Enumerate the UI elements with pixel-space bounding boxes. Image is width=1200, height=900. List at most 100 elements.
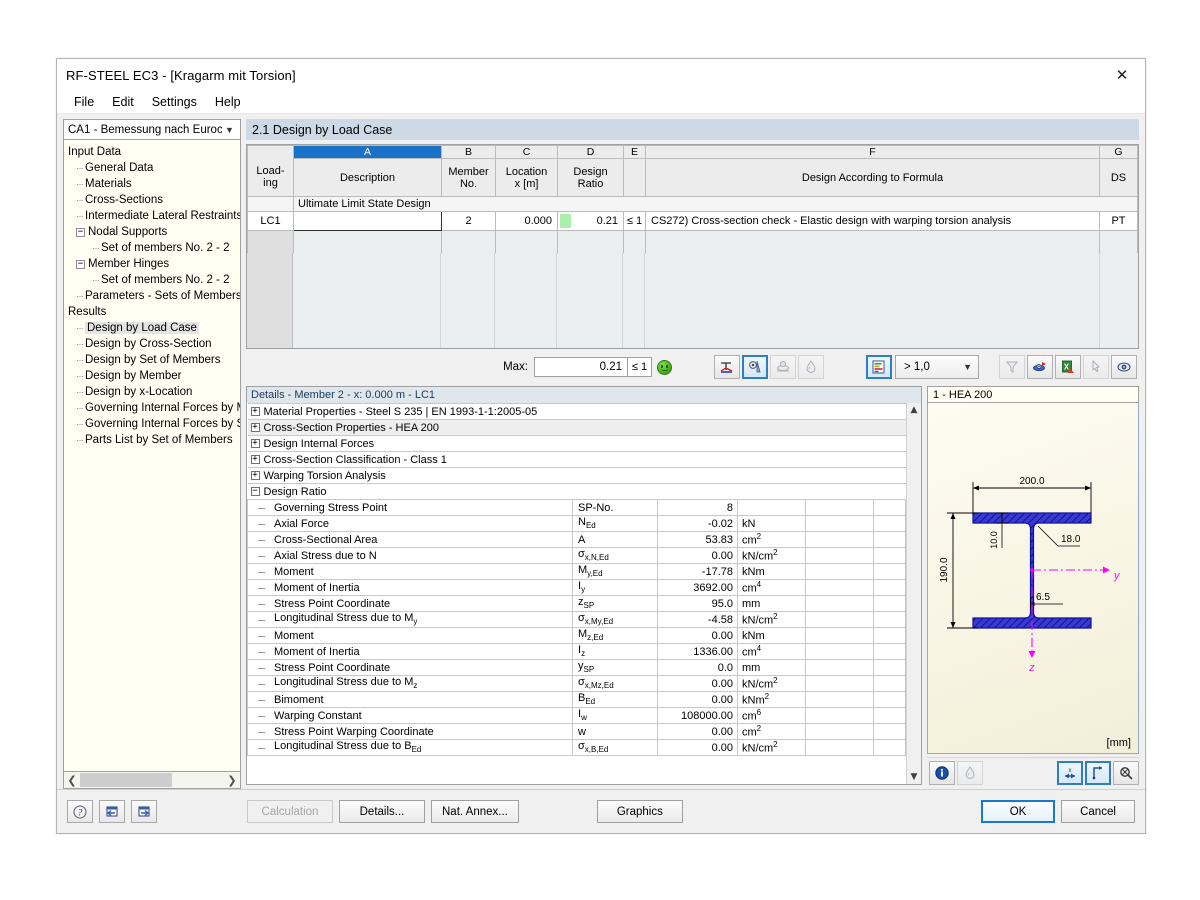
column-letter-e[interactable]: E <box>624 146 646 159</box>
tree-expander-expand-icon[interactable]: + <box>251 423 260 432</box>
sidebar-item-design-by-member[interactable]: ···Design by Member <box>66 368 240 384</box>
cross-section-canvas[interactable]: 200.0 190.0 <box>927 403 1139 754</box>
sidebar-item-member-hinges[interactable]: −Member Hinges <box>66 256 240 272</box>
column-letter-c[interactable]: C <box>496 146 558 159</box>
details-row[interactable]: Stress Point CoordinatezSP95.0mm <box>248 596 906 612</box>
details-group-cell[interactable]: +Cross-Section Classification - Class 1 <box>248 452 906 468</box>
ratio-filter-select[interactable]: > 1,0 ▼ <box>895 355 979 379</box>
row-description[interactable] <box>294 212 442 231</box>
details-row[interactable]: MomentMz,Ed0.00kNm <box>248 628 906 644</box>
design-case-combo[interactable]: CA1 - Bemessung nach Eurocod ▼ <box>63 119 241 140</box>
details-button[interactable]: Details... <box>339 800 425 823</box>
menu-item-settings[interactable]: Settings <box>143 93 206 111</box>
sidebar-item-set-of-members-no-2-2[interactable]: ···Set of members No. 2 - 2 <box>66 240 240 256</box>
sidebar-item-parts-list-by-set-of-members[interactable]: ···Parts List by Set of Members <box>66 432 240 448</box>
details-group-row[interactable]: +Material Properties - Steel S 235 | EN … <box>248 404 906 420</box>
sidebar-item-governing-internal-forces-by-m[interactable]: ···Governing Internal Forces by M <box>66 400 240 416</box>
sidebar-item-design-by-cross-section[interactable]: ···Design by Cross-Section <box>66 336 240 352</box>
details-group-row[interactable]: +Cross-Section Properties - HEA 200 <box>248 420 906 436</box>
sidebar-item-cross-sections[interactable]: ···Cross-Sections <box>66 192 240 208</box>
menu-item-file[interactable]: File <box>65 93 103 111</box>
sidebar-item-governing-internal-forces-by-s[interactable]: ···Governing Internal Forces by S <box>66 416 240 432</box>
dimension-x-icon[interactable]: x <box>1057 761 1083 785</box>
sidebar-item-design-by-x-location[interactable]: ···Design by x-Location <box>66 384 240 400</box>
result-diagram-icon[interactable] <box>714 355 740 379</box>
menu-item-help[interactable]: Help <box>206 93 250 111</box>
info-icon[interactable] <box>929 761 955 785</box>
details-group-cell[interactable]: +Warping Torsion Analysis <box>248 468 906 484</box>
sidebar-item-input-data[interactable]: Input Data <box>66 144 240 160</box>
water-drop-icon[interactable] <box>798 355 824 379</box>
details-row[interactable]: MomentMy,Ed-17.78kNm <box>248 564 906 580</box>
cancel-button[interactable]: Cancel <box>1061 800 1135 823</box>
details-row[interactable]: Cross-Sectional AreaA53.83cm2 <box>248 532 906 548</box>
table-empty-row[interactable] <box>248 231 1138 253</box>
tree-expander-expand-icon[interactable]: + <box>251 455 260 464</box>
details-scroll-area[interactable]: +Material Properties - Steel S 235 | EN … <box>247 403 906 784</box>
calculation-button[interactable]: Calculation <box>247 800 333 823</box>
details-row[interactable]: Moment of InertiaIy3692.00cm4 <box>248 580 906 596</box>
previous-window-icon[interactable] <box>99 800 125 823</box>
pick-tool-icon[interactable] <box>1083 355 1109 379</box>
sidebar-item-parameters-sets-of-members[interactable]: ···Parameters - Sets of Members <box>66 288 240 304</box>
scroll-right-icon[interactable]: ❯ <box>224 772 240 788</box>
scroll-up-icon[interactable]: ▲ <box>911 403 918 417</box>
sidebar-item-intermediate-lateral-restraints[interactable]: ···Intermediate Lateral Restraints <box>66 208 240 224</box>
visibility-eye-icon[interactable] <box>1111 355 1137 379</box>
bar-chart-filter-icon[interactable] <box>866 355 892 379</box>
details-row[interactable]: Governing Stress PointSP-No.8 <box>248 500 906 516</box>
details-row[interactable]: Longitudinal Stress due to BEdσx,B,Ed0.0… <box>248 740 906 756</box>
details-group-row[interactable]: +Warping Torsion Analysis <box>248 468 906 484</box>
table-empty-area[interactable] <box>247 253 1138 349</box>
scroll-down-icon[interactable]: ▼ <box>911 770 918 784</box>
tree-expander-collapse-icon[interactable]: − <box>251 487 260 496</box>
sidebar-item-set-of-members-no-2-2[interactable]: ···Set of members No. 2 - 2 <box>66 272 240 288</box>
stress-point-icon[interactable] <box>742 355 768 379</box>
tree-expander-collapse-icon[interactable]: − <box>76 260 85 269</box>
scroll-left-icon[interactable]: ❮ <box>64 772 80 788</box>
details-row[interactable]: Axial ForceNEd-0.02kN <box>248 516 906 532</box>
row-loading[interactable]: LC1 <box>248 212 294 231</box>
details-row[interactable]: Longitudinal Stress due to Mzσx,Mz,Ed0.0… <box>248 676 906 692</box>
details-row[interactable]: Stress Point CoordinateySP0.0mm <box>248 660 906 676</box>
graphics-button[interactable]: Graphics <box>597 800 683 823</box>
sidebar-item-design-by-set-of-members[interactable]: ···Design by Set of Members <box>66 352 240 368</box>
column-letter-d[interactable]: D <box>558 146 624 159</box>
menu-item-edit[interactable]: Edit <box>103 93 143 111</box>
render-view-icon[interactable] <box>1027 355 1053 379</box>
scroll-track[interactable] <box>80 772 224 788</box>
details-group-cell[interactable]: +Design Internal Forces <box>248 436 906 452</box>
sidebar-item-design-by-load-case[interactable]: ···Design by Load Case <box>66 320 240 336</box>
sidebar-item-materials[interactable]: ···Materials <box>66 176 240 192</box>
results-table[interactable]: A B C D E F G Load- ing <box>246 144 1139 349</box>
next-window-icon[interactable] <box>131 800 157 823</box>
details-row[interactable]: Warping ConstantIw108000.00cm6 <box>248 708 906 724</box>
water-drop-icon[interactable] <box>957 761 983 785</box>
sidebar-horizontal-scrollbar[interactable]: ❮ ❯ <box>63 772 241 789</box>
column-letter-f[interactable]: F <box>646 146 1100 159</box>
tree-expander-expand-icon[interactable]: + <box>251 439 260 448</box>
column-letter-g[interactable]: G <box>1100 146 1138 159</box>
help-question-icon[interactable]: ? <box>67 800 93 823</box>
scroll-thumb[interactable] <box>80 773 172 787</box>
column-letter-b[interactable]: B <box>442 146 496 159</box>
details-vertical-scrollbar[interactable]: ▲ ▼ <box>906 403 921 784</box>
details-row[interactable]: BimomentBEd0.00kNm2 <box>248 692 906 708</box>
tree-expander-collapse-icon[interactable]: − <box>76 228 85 237</box>
details-group-cell[interactable]: +Material Properties - Steel S 235 | EN … <box>248 404 906 420</box>
sidebar-item-results[interactable]: Results <box>66 304 240 320</box>
details-row[interactable]: Axial Stress due to Nσx,N,Ed0.00kN/cm2 <box>248 548 906 564</box>
funnel-filter-icon[interactable] <box>999 355 1025 379</box>
export-excel-icon[interactable] <box>1055 355 1081 379</box>
tree-expander-expand-icon[interactable]: + <box>251 407 260 416</box>
details-row[interactable]: Stress Point Warping Coordinatew0.00cm2 <box>248 724 906 740</box>
details-row[interactable]: Moment of InertiaIz1336.00cm4 <box>248 644 906 660</box>
axis-origin-icon[interactable] <box>1085 761 1111 785</box>
column-letter-a[interactable]: A <box>294 146 442 159</box>
details-group-row[interactable]: +Cross-Section Classification - Class 1 <box>248 452 906 468</box>
tree-expander-expand-icon[interactable]: + <box>251 471 260 480</box>
navigation-tree[interactable]: Input Data···General Data···Materials···… <box>63 140 241 772</box>
details-group-cell[interactable]: −Design Ratio <box>248 484 906 500</box>
details-group-cell[interactable]: +Cross-Section Properties - HEA 200 <box>248 420 906 436</box>
sidebar-item-nodal-supports[interactable]: −Nodal Supports <box>66 224 240 240</box>
